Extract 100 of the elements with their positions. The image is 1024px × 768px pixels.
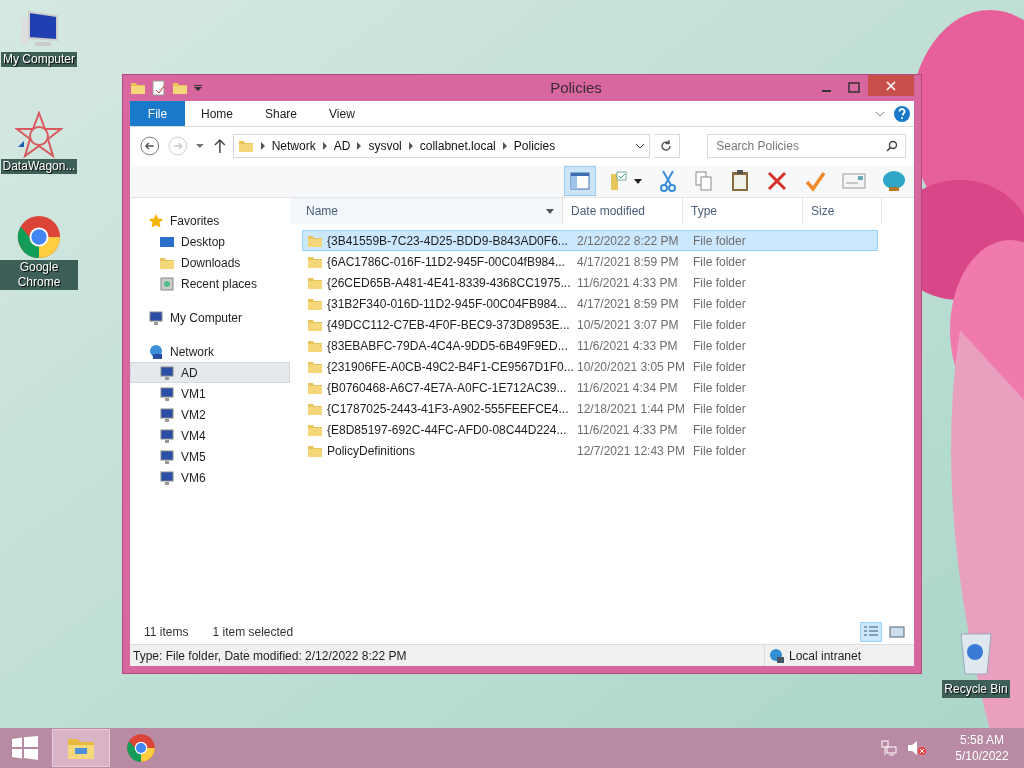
file-row[interactable]: {E8D85197-692C-44FC-AFD0-08C44D224... 11/6/2021 4:33 PM File folder: [302, 419, 878, 440]
windows-logo-icon[interactable]: [12, 736, 38, 760]
file-type: File folder: [692, 253, 747, 271]
star-icon: [148, 212, 164, 229]
file-type: File folder: [692, 316, 747, 334]
file-type: File folder: [692, 274, 747, 292]
search-icon: [886, 140, 898, 152]
status-details: Type: File folder, Date modified: 2/12/2022 8:22 PM: [132, 647, 408, 665]
date-modified: 12/18/2021 1:44 PM: [576, 400, 687, 418]
search-field[interactable]: Search Policies: [707, 134, 906, 158]
chevron-down-icon[interactable]: [635, 142, 645, 150]
file-row[interactable]: {6AC1786C-016F-11D2-945F-00C04fB984... 4/17/2021 8:59 PM File folder: [302, 251, 878, 272]
column-header[interactable]: Date modified: [562, 198, 682, 224]
desktop-icon-label[interactable]: My Computer: [1, 52, 77, 67]
view-button[interactable]: [860, 622, 882, 642]
caret-icon[interactable]: [546, 208, 554, 214]
file-name: {3B41559B-7C23-4D25-BDD9-B843AD0F6...: [326, 232, 569, 250]
nav-item[interactable]: Favorites: [130, 210, 290, 231]
nav-item[interactable]: Desktop: [130, 231, 290, 252]
file-type: File folder: [692, 295, 747, 313]
file-row[interactable]: {31B2F340-016D-11D2-945F-00C04FB984... 4/17/2021 8:59 PM File folder: [302, 293, 878, 314]
close-button[interactable]: [868, 75, 914, 96]
star-pattern-icon: [15, 111, 63, 159]
breadcrumb-item[interactable]: Policies: [513, 137, 556, 155]
delete-icon: [766, 170, 788, 192]
chevron-right-icon[interactable]: [259, 142, 266, 150]
file-type: File folder: [692, 232, 747, 250]
file-type: File folder: [692, 379, 747, 397]
chrome-icon: [16, 214, 62, 260]
nav-item[interactable]: AD: [130, 362, 290, 383]
date-modified: 11/6/2021 4:34 PM: [576, 379, 679, 397]
refresh-icon[interactable]: [659, 139, 674, 153]
close-icon: [886, 80, 896, 91]
file-name: {6AC1786C-016F-11D2-945F-00C04fB984...: [326, 253, 566, 271]
desktop-icon-label[interactable]: Recycle Bin: [942, 680, 1010, 698]
ribbon-tab[interactable]: View: [313, 101, 371, 126]
toolbar-button[interactable]: [564, 166, 596, 196]
item-count: 11 items: [144, 624, 189, 641]
date-modified: 4/17/2021 8:59 PM: [576, 253, 680, 271]
clipboard-icon: [730, 169, 750, 193]
recent-places-icon: [159, 275, 175, 292]
chevron-right-icon[interactable]: [407, 142, 414, 150]
desktop-icon-label[interactable]: DataWagon...: [0, 159, 78, 174]
chevron-right-icon[interactable]: [501, 142, 508, 150]
file-row[interactable]: {49DCC112-C7EB-4F0F-BEC9-373D8953E... 10/5/2021 3:07 PM File folder: [302, 314, 878, 335]
chevron-right-icon[interactable]: [356, 142, 363, 150]
nav-item[interactable]: Recent places: [130, 273, 290, 294]
ribbon-tab[interactable]: Home: [185, 101, 249, 126]
file-name: PolicyDefinitions: [326, 442, 417, 460]
nav-item[interactable]: VM5: [130, 446, 290, 467]
file-row[interactable]: {3B41559B-7C23-4D25-BDD9-B843AD0F6... 2/12/2022 8:22 PM File folder: [302, 230, 878, 251]
file-row[interactable]: {83EBABFC-79DA-4C4A-9DD5-6B49F9ED... 11/6/2021 4:33 PM File folder: [302, 335, 878, 356]
large-icons-view-icon: [889, 625, 905, 639]
date-modified: 11/6/2021 4:33 PM: [576, 337, 679, 355]
breadcrumb-item[interactable]: collabnet.local: [419, 137, 496, 155]
file-row[interactable]: PolicyDefinitions 12/7/2021 12:43 PM File folder: [302, 440, 878, 461]
folder-icon: [237, 138, 254, 154]
file-name: {49DCC112-C7EB-4F0F-BEC9-373D8953E...: [326, 316, 569, 334]
column-header[interactable]: Size: [802, 198, 882, 224]
recycle-bin-icon: [957, 630, 995, 676]
network-icon[interactable]: [880, 739, 898, 757]
nav-item[interactable]: VM6: [130, 467, 290, 488]
file-name: {83EBABFC-79DA-4C4A-9DD5-6B49F9ED...: [326, 337, 569, 355]
file-name: {26CED65B-A481-4E41-8339-4368CC1975...: [326, 274, 569, 292]
nav-item[interactable]: VM2: [130, 404, 290, 425]
file-name: {C1787025-2443-41F3-A902-555FEEFCE4...: [326, 400, 569, 418]
date-modified: 12/7/2021 12:43 PM: [576, 442, 687, 460]
folder-icon: [130, 80, 146, 96]
breadcrumb-item[interactable]: sysvol: [368, 137, 402, 155]
column-header[interactable]: Name: [290, 198, 562, 224]
file-row[interactable]: {B0760468-A6C7-4E7A-A0FC-1E712AC39... 11/6/2021 4:34 PM File folder: [302, 377, 878, 398]
column-header[interactable]: Type: [682, 198, 802, 224]
nav-item[interactable]: VM1: [130, 383, 290, 404]
ribbon-tab[interactable]: Share: [249, 101, 314, 126]
chevron-right-icon[interactable]: [321, 142, 328, 150]
nav-item[interactable]: My Computer: [130, 307, 290, 328]
file-row[interactable]: {26CED65B-A481-4E41-8339-4368CC1975... 11/6/2021 4:33 PM File folder: [302, 272, 878, 293]
desktop-icon-label[interactable]: Google Chrome: [0, 260, 78, 290]
details-view-icon: [863, 625, 879, 639]
caret-icon[interactable]: [194, 85, 202, 91]
ribbon-tab[interactable]: File: [130, 101, 185, 126]
nav-item[interactable]: VM4: [130, 425, 290, 446]
computer-icon: [159, 427, 175, 444]
file-name: {B0760468-A6C7-4E7A-A0FC-1E712AC39...: [326, 379, 568, 397]
computer-icon: [159, 364, 175, 381]
speaker-muted-icon[interactable]: [906, 739, 928, 757]
address-bar[interactable]: Network AD sysvol collabnet.local Policies: [232, 134, 650, 158]
nav-item[interactable]: Network: [130, 341, 290, 362]
properties-icon[interactable]: [152, 80, 166, 96]
breadcrumb-item[interactable]: AD: [333, 137, 351, 155]
back-icon[interactable]: [138, 134, 162, 158]
taskbar-button[interactable]: [52, 729, 110, 767]
computer-icon: [159, 448, 175, 465]
nav-item[interactable]: Downloads: [130, 252, 290, 273]
network-icon: [148, 343, 164, 360]
date-modified: 11/6/2021 4:33 PM: [576, 421, 679, 439]
copy-icon: [694, 170, 714, 192]
breadcrumb-item[interactable]: Network: [271, 137, 316, 155]
file-row[interactable]: {231906FE-A0CB-49C2-B4F1-CE9567D1F0... 10/20/2021 3:05 PM File folder: [302, 356, 878, 377]
file-row[interactable]: {C1787025-2443-41F3-A902-555FEEFCE4... 12/18/2021 1:44 PM File folder: [302, 398, 878, 419]
